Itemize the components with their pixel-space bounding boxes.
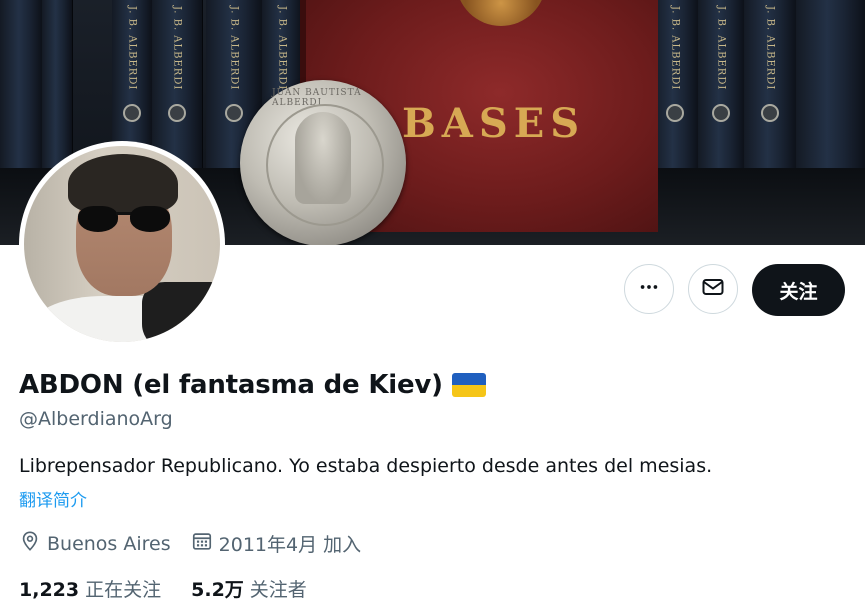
banner-spine-text: J. B. ALBERDI — [171, 6, 183, 91]
following-count: 1,223 — [19, 579, 80, 601]
followers-count: 5.2万 — [191, 579, 244, 601]
user-handle: @AlberdianoArg — [19, 408, 173, 430]
following-label: 正在关注 — [85, 579, 162, 601]
translate-bio-link[interactable]: 翻译简介 — [19, 486, 87, 511]
banner-medal: JUAN BAUTISTA ALBERDI — [240, 80, 406, 245]
banner-book — [796, 0, 865, 170]
banner-spine-dot — [168, 104, 186, 122]
banner-book — [0, 0, 43, 170]
banner-spine-dot — [123, 104, 141, 122]
joined-item: 2011年4月 加入 — [191, 530, 361, 557]
location-pin-icon — [19, 530, 47, 557]
following-link[interactable]: 1,223 正在关注 — [19, 575, 161, 602]
banner-spine-dot — [225, 104, 243, 122]
sunglasses-lens — [78, 206, 118, 232]
more-horizontal-icon — [638, 276, 660, 303]
flag-bottom-stripe — [451, 385, 486, 397]
follow-button[interactable]: 关注 — [752, 264, 845, 316]
banner-spine-text: J. B. ALBERDI — [669, 6, 681, 91]
sunglasses — [76, 206, 172, 232]
profile-meta: Buenos Aires 2011年4月 加入 — [19, 530, 381, 557]
banner-spine-text: J. B. ALBERDI — [228, 6, 240, 91]
banner-spine-dot — [666, 104, 684, 122]
banner-spine-text: J. B. ALBERDI — [276, 6, 288, 91]
bio-text: Librepensador Republicano. Yo estaba des… — [19, 455, 713, 477]
sunglasses-lens — [130, 206, 170, 232]
more-options-button[interactable] — [624, 264, 674, 314]
joined-date-text: 2011年4月 加入 — [218, 534, 362, 556]
avatar-hair — [68, 154, 178, 214]
avatar-jacket — [142, 282, 218, 342]
book-emblem — [456, 0, 546, 26]
banner-spine-text: J. B. ALBERDI — [715, 6, 727, 91]
banner-book: J. B. ALBERDI — [744, 0, 797, 170]
ukraine-flag-icon — [451, 373, 486, 397]
banner-book: J. B. ALBERDI — [152, 0, 203, 170]
banner-spine-dot — [712, 104, 730, 122]
mail-icon — [701, 275, 725, 304]
banner-spine-text: J. B. ALBERDI — [764, 6, 776, 91]
banner-spine-dot — [761, 104, 779, 122]
banner-spine-text: J. B. ALBERDI — [126, 6, 138, 91]
profile-avatar[interactable] — [19, 141, 225, 347]
followers-link[interactable]: 5.2万 关注者 — [191, 575, 307, 602]
banner-book: J. B. ALBERDI — [652, 0, 699, 170]
followers-label: 关注者 — [249, 579, 307, 601]
banner-book — [42, 0, 73, 170]
display-name: ABDON (el fantasma de Kiev) — [19, 370, 443, 400]
message-button[interactable] — [688, 264, 738, 314]
location-text: Buenos Aires — [47, 532, 171, 555]
medal-portrait — [295, 112, 351, 204]
flag-top-stripe — [451, 373, 486, 385]
follow-stats: 1,223 正在关注 5.2万 关注者 — [19, 575, 337, 602]
avatar-photo — [24, 146, 220, 342]
book-title: BASES — [402, 100, 586, 147]
name-row: ABDON (el fantasma de Kiev) — [19, 370, 486, 400]
banner-book: J. B. ALBERDI — [698, 0, 745, 170]
location-item: Buenos Aires — [19, 530, 171, 557]
calendar-icon — [191, 530, 219, 557]
